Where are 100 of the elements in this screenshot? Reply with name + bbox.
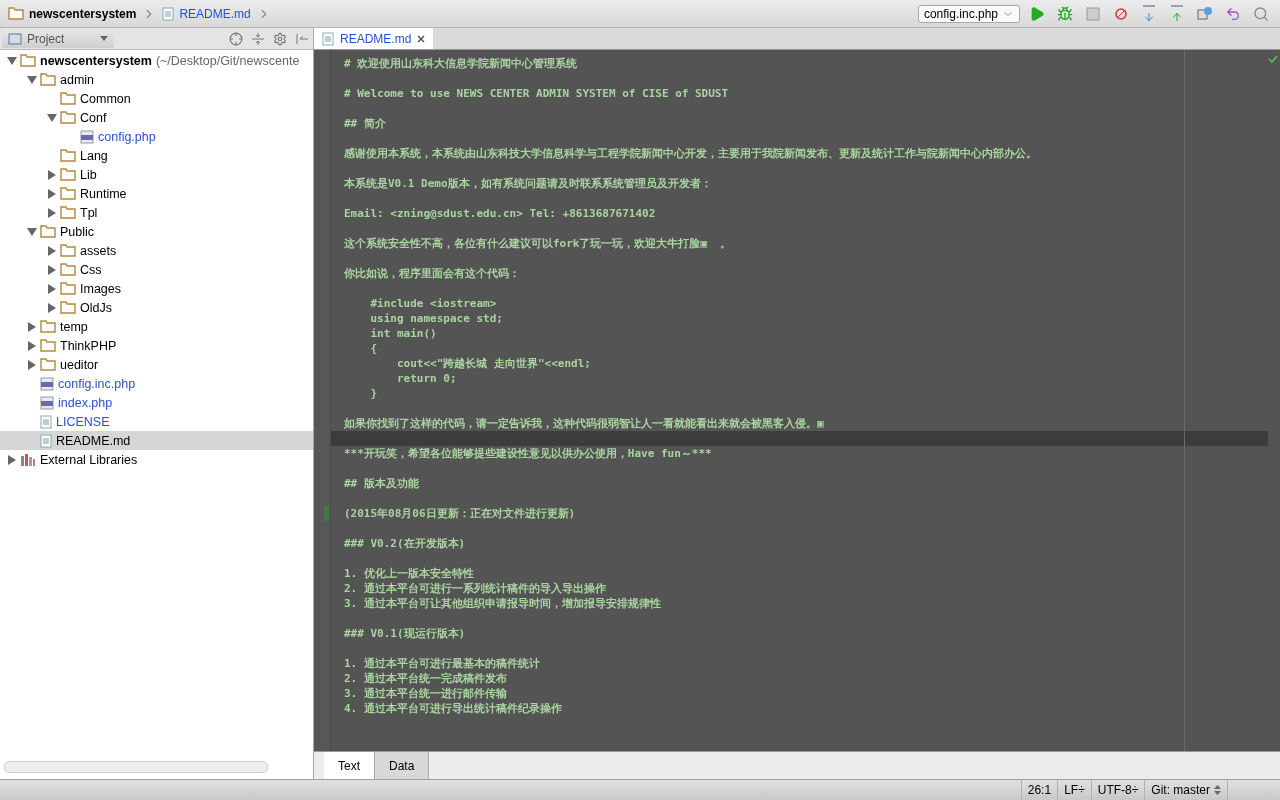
folder-icon [20, 54, 36, 67]
close-icon[interactable] [417, 34, 426, 43]
text-line: 如果你找到了这样的代码，请一定告诉我，这种代码很弱智让人一看就能看出来就会被黑客入侵。▣ [343, 416, 825, 431]
tree-item[interactable]: temp [0, 317, 313, 336]
tree-item[interactable]: ThinkPHP [0, 336, 313, 355]
text-line: Email: <zning@sdust.edu.cn> Tel: +8613687671402 [343, 206, 657, 221]
expanded-arrow-icon[interactable] [47, 113, 57, 122]
expanded-arrow-icon[interactable] [27, 227, 37, 236]
collapsed-arrow-icon[interactable] [8, 454, 16, 465]
folder-icon [60, 282, 76, 295]
tree-item[interactable]: config.php [0, 127, 313, 146]
document-icon [40, 414, 52, 429]
tree-item[interactable]: ueditor [0, 355, 313, 374]
folder-icon [60, 301, 76, 314]
collapsed-arrow-icon[interactable] [28, 340, 36, 351]
tree-item[interactable]: Common [0, 89, 313, 108]
collapsed-arrow-icon[interactable] [48, 169, 56, 180]
tree-item[interactable]: OldJs [0, 298, 313, 317]
code-line: cout<<"跨越长城 走向世界"<<endl; [395, 356, 592, 371]
tree-item[interactable]: External Libraries [0, 450, 313, 469]
folder-icon [60, 244, 76, 257]
collapsed-arrow-icon[interactable] [48, 283, 56, 294]
php-file-icon [40, 395, 54, 410]
collapsed-arrow-icon[interactable] [48, 302, 56, 313]
document-icon [162, 6, 175, 21]
folder-icon [60, 206, 76, 219]
project-icon [8, 32, 22, 45]
folder-icon [60, 111, 76, 124]
text-line: (2015年08月06日更新：正在对文件进行更新) [343, 506, 577, 521]
tree-item[interactable]: config.inc.php [0, 374, 313, 393]
folder-icon [40, 358, 56, 371]
code-line: #include <iostream> [369, 296, 498, 311]
caret-icon [100, 36, 108, 41]
text-line: ### V0.1(现运行版本) [343, 626, 467, 641]
text-line: 2. 通过本平台统一完成稿件发布 [343, 671, 508, 686]
view-tab[interactable]: Text [324, 752, 375, 779]
php-file-icon [40, 376, 54, 391]
vcs-branch[interactable]: Git: master [1144, 780, 1227, 800]
folder-icon [40, 320, 56, 333]
text-line: 1. 通过本平台可进行最基本的稿件统计 [343, 656, 541, 671]
folder-icon [60, 168, 76, 181]
tree-item[interactable]: Conf [0, 108, 313, 127]
text-line: 4. 通过本平台可进行导出统计稿件纪录操作 [343, 701, 563, 716]
tree-item[interactable]: LICENSE [0, 412, 313, 431]
tree-item[interactable]: Public [0, 222, 313, 241]
breadcrumb-item[interactable]: README.md [162, 6, 251, 21]
text-line: 3. 通过本平台可让其他组织申请报导时间，增加报导安排规律性 [343, 596, 662, 611]
text-line: 2. 通过本平台可进行一系列统计稿件的导入导出操作 [343, 581, 607, 596]
folder-icon [40, 73, 56, 86]
tree-item[interactable]: admin [0, 70, 313, 89]
tree-item[interactable]: Images [0, 279, 313, 298]
tree-item[interactable]: assets [0, 241, 313, 260]
tree-item[interactable]: index.php [0, 393, 313, 412]
collapsed-arrow-icon[interactable] [48, 188, 56, 199]
folder-icon [60, 263, 76, 276]
code-line: using namespace std; [369, 311, 504, 326]
tree-item[interactable]: Tpl [0, 203, 313, 222]
document-icon [322, 31, 334, 46]
project-path: (~/Desktop/Git/newscente [155, 53, 300, 68]
text-line: ### V0.2(在开发版本) [343, 536, 467, 551]
collapsed-arrow-icon[interactable] [48, 264, 56, 275]
collapsed-arrow-icon[interactable] [28, 321, 36, 332]
tree-item[interactable]: Runtime [0, 184, 313, 203]
tree-item[interactable]: newscentersystem (~/Desktop/Git/newscente [0, 51, 313, 70]
folder-icon [60, 187, 76, 200]
scrollbar[interactable] [4, 761, 268, 773]
tree-item[interactable]: Lang [0, 146, 313, 165]
project-view-dropdown[interactable]: Project [2, 29, 114, 48]
folder-icon [8, 7, 24, 20]
code-line: { [369, 341, 379, 356]
run-config-dropdown[interactable]: config.inc.php [917, 4, 1020, 23]
updown-caret-icon [1214, 785, 1221, 795]
text-line: ***开玩笑，希望各位能够提些建设性意见以供办公使用，Have fun～*** [343, 446, 713, 461]
text-line: 这个系统安全性不高，各位有什么建议可以fork了玩一玩，欢迎大牛打脸▣ 。 [343, 236, 733, 251]
php-file-icon [80, 129, 94, 144]
code-line: return 0; [395, 371, 458, 386]
check-icon [1268, 54, 1278, 64]
line-ending-selector[interactable]: LF÷ [1057, 780, 1091, 800]
cursor-position[interactable]: 26:1 [1020, 780, 1058, 800]
text-line: 3. 通过本平台统一进行邮件传输 [343, 686, 508, 701]
text-line: ## 简介 [343, 116, 387, 131]
folder-icon [40, 339, 56, 352]
breadcrumb-item[interactable]: newscentersystem [8, 6, 137, 21]
tree-item[interactable]: Css [0, 260, 313, 279]
text-line: 你比如说，程序里面会有这个代码： [343, 266, 521, 281]
code-line: int main() [369, 326, 438, 341]
collapsed-arrow-icon[interactable] [48, 245, 56, 256]
folder-icon [40, 225, 56, 238]
folder-icon [60, 149, 76, 162]
document-icon [40, 433, 52, 448]
tree-item[interactable]: README.md [0, 431, 313, 450]
tree-item[interactable]: Lib [0, 165, 313, 184]
code-line: } [369, 386, 379, 401]
text-line: ## 版本及功能 [343, 476, 420, 491]
text-line: 感谢使用本系统，本系统由山东科技大学信息科学与工程学院新闻中心开发，主要用于我院新闻发布、更新及统计工作与院新闻中心内部办公。 [343, 146, 1038, 161]
collapsed-arrow-icon[interactable] [48, 207, 56, 218]
collapsed-arrow-icon[interactable] [28, 359, 36, 370]
editor-tab[interactable]: README.md [314, 28, 434, 49]
encoding[interactable]: UTF-8÷ [1090, 780, 1145, 800]
view-tab[interactable]: Data [375, 752, 430, 779]
